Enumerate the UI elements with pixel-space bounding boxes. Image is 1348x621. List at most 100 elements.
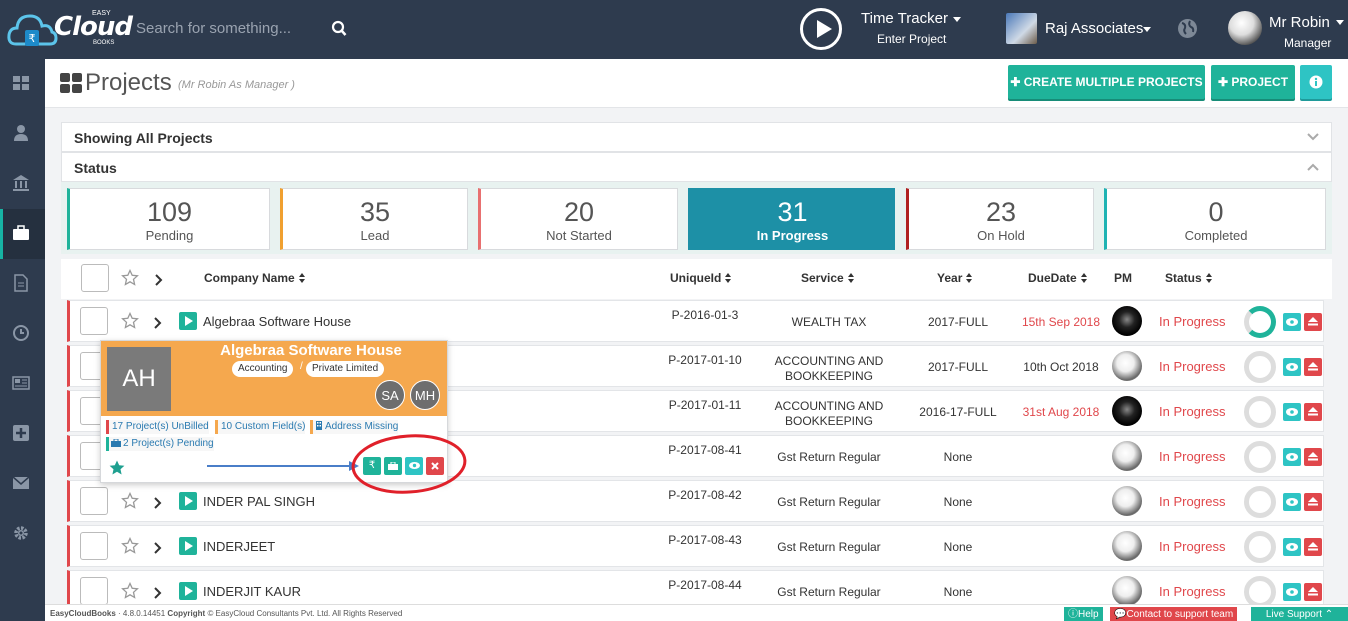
time-tracker-play-button[interactable]: [800, 8, 842, 50]
star-filled-icon[interactable]: [108, 459, 126, 477]
play-icon[interactable]: [179, 582, 197, 600]
pm-avatar[interactable]: [1112, 531, 1142, 561]
status-card-not-started[interactable]: 20 Not Started: [478, 188, 678, 250]
organization-name[interactable]: Raj Associates: [1045, 20, 1143, 37]
sidebar-item-users[interactable]: [0, 109, 45, 159]
popup-company-name[interactable]: Algebraa Software House: [181, 342, 441, 359]
help-button[interactable]: ⓘHelp: [1064, 607, 1103, 621]
status-card-in-progress[interactable]: 31 In Progress: [688, 188, 895, 250]
sidebar-item-documents[interactable]: [0, 259, 45, 309]
company-name[interactable]: INDERJEET: [203, 539, 275, 554]
view-button[interactable]: [1283, 493, 1301, 511]
table-row[interactable]: INDER PAL SINGH P-2017-08-42 Gst Return Re…: [67, 480, 1324, 522]
sidebar-item-projects[interactable]: [0, 209, 45, 259]
chevron-up-icon[interactable]: [1307, 163, 1319, 171]
column-unique-id[interactable]: UniqueId: [670, 271, 732, 285]
row-checkbox[interactable]: [80, 532, 108, 560]
row-checkbox[interactable]: [80, 307, 108, 335]
table-row[interactable]: INDERJEET P-2017-08-43 Gst Return Regular N…: [67, 525, 1324, 567]
user-name[interactable]: Mr Robin: [1269, 14, 1330, 31]
chevron-right-icon[interactable]: [154, 542, 162, 554]
showing-all-projects-panel[interactable]: Showing All Projects: [61, 122, 1332, 152]
column-company-name[interactable]: Company Name: [204, 271, 305, 285]
sidebar-item-mail[interactable]: [0, 459, 45, 509]
star-outline-icon[interactable]: [121, 537, 139, 555]
column-status[interactable]: Status: [1165, 271, 1212, 285]
chevron-right-icon[interactable]: [155, 274, 163, 286]
chevron-down-icon[interactable]: [1307, 133, 1319, 141]
company-name[interactable]: INDER PAL SINGH: [203, 494, 315, 509]
play-icon[interactable]: [179, 492, 197, 510]
pm-avatar[interactable]: [1112, 576, 1142, 606]
view-button[interactable]: [1283, 313, 1301, 331]
star-outline-icon[interactable]: [121, 269, 139, 287]
eject-button[interactable]: [1304, 583, 1322, 601]
column-due-date[interactable]: DueDate: [1028, 271, 1087, 285]
organization-avatar[interactable]: [1006, 13, 1037, 44]
view-button[interactable]: [1283, 538, 1301, 556]
user-avatar[interactable]: [1228, 11, 1262, 45]
pm-avatar[interactable]: [1112, 306, 1142, 336]
chevron-down-icon[interactable]: [1336, 20, 1344, 25]
sidebar-item-time[interactable]: [0, 309, 45, 359]
enter-project-link[interactable]: Enter Project: [877, 32, 946, 46]
pm-avatar[interactable]: [1112, 486, 1142, 516]
row-checkbox[interactable]: [80, 487, 108, 515]
chevron-right-icon[interactable]: [154, 587, 162, 599]
eject-button[interactable]: [1304, 403, 1322, 421]
chevron-down-icon[interactable]: [1143, 27, 1151, 32]
status-panel[interactable]: Status: [61, 152, 1332, 182]
status-card-completed[interactable]: 0 Completed: [1104, 188, 1326, 250]
live-support-button[interactable]: Live Support ⌃: [1251, 607, 1348, 621]
view-button[interactable]: [1283, 583, 1301, 601]
pm-avatar[interactable]: [1112, 396, 1142, 426]
sidebar-item-add[interactable]: [0, 409, 45, 459]
select-all-checkbox[interactable]: [81, 264, 109, 292]
status-card-lead[interactable]: 35 Lead: [280, 188, 468, 250]
table-row[interactable]: Algebraa Software House P-2016-01-3 WEALTH…: [67, 300, 1324, 342]
chevron-down-icon[interactable]: [953, 17, 961, 22]
view-button[interactable]: [1283, 403, 1301, 421]
eject-button[interactable]: [1304, 448, 1322, 466]
column-year[interactable]: Year: [937, 271, 973, 285]
status-card-on-hold[interactable]: 23 On Hold: [906, 188, 1094, 250]
play-icon[interactable]: [179, 312, 197, 330]
view-button[interactable]: [1283, 358, 1301, 376]
time-tracker-title[interactable]: Time Tracker: [861, 10, 948, 27]
search-icon[interactable]: [331, 20, 347, 38]
unbilled-projects-link[interactable]: 17 Project(s) UnBilled: [106, 420, 209, 434]
team-member-avatar[interactable]: MH: [410, 380, 440, 410]
sidebar-item-bank[interactable]: [0, 159, 45, 209]
sidebar-item-settings[interactable]: [0, 509, 45, 559]
eject-button[interactable]: [1304, 313, 1322, 331]
chevron-right-icon[interactable]: [154, 497, 162, 509]
globe-icon[interactable]: [1177, 18, 1198, 39]
star-outline-icon[interactable]: [121, 312, 139, 330]
row-checkbox[interactable]: [80, 577, 108, 605]
eject-button[interactable]: [1304, 358, 1322, 376]
chevron-right-icon[interactable]: [154, 317, 162, 329]
add-project-button[interactable]: ✚ PROJECT: [1211, 65, 1295, 99]
search-input[interactable]: [136, 20, 296, 37]
star-outline-icon[interactable]: [121, 582, 139, 600]
sidebar-item-reports[interactable]: [0, 359, 45, 409]
custom-fields-link[interactable]: 10 Custom Field(s): [215, 420, 306, 434]
contact-support-button[interactable]: 💬Contact to support team: [1110, 607, 1238, 621]
eject-button[interactable]: [1304, 538, 1322, 556]
column-service[interactable]: Service: [801, 271, 854, 285]
app-logo[interactable]: ₹ Cloud EASY BOOKS: [6, 4, 133, 52]
team-member-avatar[interactable]: SA: [375, 380, 405, 410]
play-icon[interactable]: [179, 537, 197, 555]
eject-button[interactable]: [1304, 493, 1322, 511]
pm-avatar[interactable]: [1112, 441, 1142, 471]
status-card-pending[interactable]: 109 Pending: [67, 188, 270, 250]
star-outline-icon[interactable]: [121, 492, 139, 510]
pending-projects-link[interactable]: 2 Project(s) Pending: [106, 437, 214, 451]
view-button[interactable]: [1283, 448, 1301, 466]
info-button[interactable]: [1300, 65, 1332, 99]
create-multiple-projects-button[interactable]: ✚ CREATE MULTIPLE PROJECTS: [1008, 65, 1205, 99]
company-name[interactable]: INDERJIT KAUR: [203, 584, 301, 599]
pm-avatar[interactable]: [1112, 351, 1142, 381]
company-name[interactable]: Algebraa Software House: [203, 314, 351, 329]
sidebar-item-dashboard[interactable]: [0, 59, 45, 109]
